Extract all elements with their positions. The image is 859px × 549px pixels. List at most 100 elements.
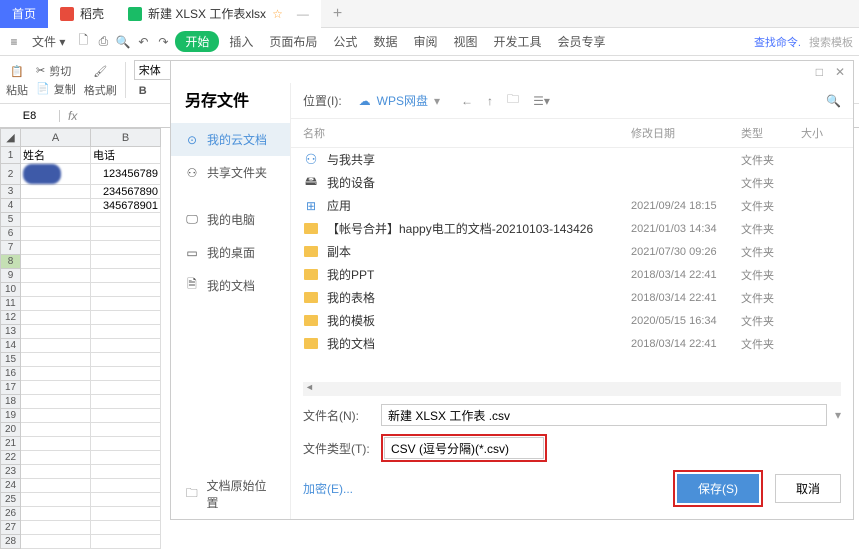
redo-icon[interactable]: ↷ (155, 34, 171, 50)
row-2[interactable]: 2 (1, 164, 21, 185)
file-row[interactable]: 我的文档2018/03/14 22:41文件夹 (291, 332, 853, 355)
tab-red[interactable]: 稻壳 (48, 0, 116, 28)
row-10[interactable]: 10 (1, 283, 21, 297)
back-icon[interactable]: ← (461, 94, 473, 108)
cut-button[interactable]: ✂剪切 (36, 63, 76, 79)
save-button[interactable]: 保存(S) (677, 474, 759, 503)
tab-home[interactable]: 首页 (0, 0, 48, 28)
menu-view[interactable]: 视图 (447, 31, 483, 52)
cell[interactable]: 姓名 (21, 147, 91, 164)
menu-icon[interactable]: ≡ (6, 34, 22, 50)
file-row[interactable]: 我的表格2018/03/14 22:41文件夹 (291, 286, 853, 309)
row-15[interactable]: 15 (1, 353, 21, 367)
row-3[interactable]: 3 (1, 185, 21, 199)
nav-cloud[interactable]: ⊙我的云文档 (171, 123, 290, 156)
menu-layout[interactable]: 页面布局 (263, 31, 323, 52)
tab-active[interactable]: 新建 XLSX 工作表xlsx ☆ — (116, 0, 321, 28)
row-6[interactable]: 6 (1, 227, 21, 241)
menu-start[interactable]: 开始 (175, 31, 219, 52)
row-14[interactable]: 14 (1, 339, 21, 353)
row-11[interactable]: 11 (1, 297, 21, 311)
row-21[interactable]: 21 (1, 437, 21, 451)
menu-data[interactable]: 数据 (367, 31, 403, 52)
file-row[interactable]: 副本2021/07/30 09:26文件夹 (291, 240, 853, 263)
file-row[interactable]: 【帐号合并】happy电工的文档-20210103-1434262021/01/… (291, 217, 853, 240)
row-20[interactable]: 20 (1, 423, 21, 437)
row-4[interactable]: 4 (1, 199, 21, 213)
minimize-icon[interactable]: □ (816, 65, 823, 79)
select-all-corner[interactable]: ◢ (1, 129, 21, 147)
row-1[interactable]: 1 (1, 147, 21, 164)
cancel-button[interactable]: 取消 (775, 474, 841, 503)
row-22[interactable]: 22 (1, 451, 21, 465)
cell[interactable]: 345678901 (91, 199, 161, 213)
file-row[interactable]: ⚇与我共享文件夹 (291, 148, 853, 171)
undo-icon[interactable]: ↶ (135, 34, 151, 50)
row-26[interactable]: 26 (1, 507, 21, 521)
col-size[interactable]: 大小 (801, 125, 841, 141)
file-row[interactable]: 我的PPT2018/03/14 22:41文件夹 (291, 263, 853, 286)
menu-file[interactable]: 文件 ▾ (26, 31, 71, 52)
filetype-select[interactable] (384, 437, 544, 459)
row-16[interactable]: 16 (1, 367, 21, 381)
nav-shared[interactable]: ⚇共享文件夹 (171, 156, 290, 189)
menu-member[interactable]: 会员专享 (552, 31, 612, 52)
copy-button[interactable]: 📄复制 (36, 81, 76, 97)
search-cmd[interactable]: 查找命令. (754, 34, 801, 50)
menu-insert[interactable]: 插入 (223, 31, 259, 52)
cell[interactable] (21, 185, 91, 199)
row-23[interactable]: 23 (1, 465, 21, 479)
bold-button[interactable]: B (134, 82, 152, 100)
col-date[interactable]: 修改日期 (631, 125, 741, 141)
save-icon[interactable]: 🗋 (75, 34, 91, 50)
name-box[interactable]: E8 (0, 110, 60, 122)
fx-icon[interactable]: fx (60, 109, 85, 123)
row-24[interactable]: 24 (1, 479, 21, 493)
nav-computer[interactable]: 🖵我的电脑 (171, 203, 290, 236)
row-25[interactable]: 25 (1, 493, 21, 507)
menu-formula[interactable]: 公式 (327, 31, 363, 52)
up-icon[interactable]: ↑ (487, 94, 493, 108)
filename-input[interactable] (381, 404, 827, 426)
cell[interactable]: 电话 (91, 147, 161, 164)
cell[interactable]: 234567890 (91, 185, 161, 199)
close-icon[interactable]: — (297, 7, 309, 21)
file-row[interactable]: 🖴我的设备文件夹 (291, 171, 853, 194)
cell[interactable]: 123456789 (91, 164, 161, 185)
view-icon[interactable]: ☰▾ (533, 94, 550, 108)
file-row[interactable]: 我的模板2020/05/15 16:34文件夹 (291, 309, 853, 332)
col-a[interactable]: A (21, 129, 91, 147)
row-8[interactable]: 8 (1, 255, 21, 269)
search-icon[interactable]: 🔍 (826, 94, 841, 108)
nav-desktop[interactable]: ▭我的桌面 (171, 236, 290, 269)
cell[interactable] (21, 164, 91, 185)
row-9[interactable]: 9 (1, 269, 21, 283)
col-name[interactable]: 名称 (303, 125, 631, 141)
nav-original-loc[interactable]: 🗀文档原始位置 (171, 469, 290, 519)
row-12[interactable]: 12 (1, 311, 21, 325)
paste-button[interactable]: 📋 粘贴 (6, 62, 28, 98)
close-icon[interactable]: ✕ (835, 65, 845, 79)
newfolder-icon[interactable]: 🗀 (507, 90, 519, 111)
row-17[interactable]: 17 (1, 381, 21, 395)
location-select[interactable]: ☁ WPS网盘 ▾ (352, 89, 447, 112)
print-icon[interactable]: ⎙ (95, 34, 111, 50)
menu-review[interactable]: 审阅 (407, 31, 443, 52)
row-5[interactable]: 5 (1, 213, 21, 227)
hscrollbar[interactable] (303, 382, 841, 396)
format-painter[interactable]: 🖌 格式刷 (84, 62, 117, 98)
col-b[interactable]: B (91, 129, 161, 147)
cell[interactable] (21, 199, 91, 213)
menu-devtools[interactable]: 开发工具 (487, 31, 547, 52)
file-row[interactable]: ⊞应用2021/09/24 18:15文件夹 (291, 194, 853, 217)
row-13[interactable]: 13 (1, 325, 21, 339)
row-18[interactable]: 18 (1, 395, 21, 409)
file-list[interactable]: ⚇与我共享文件夹🖴我的设备文件夹⊞应用2021/09/24 18:15文件夹【帐… (291, 148, 853, 378)
tab-new[interactable]: + (321, 0, 354, 28)
preview-icon[interactable]: 🔍 (115, 34, 131, 50)
encrypt-link[interactable]: 加密(E)... (303, 480, 353, 497)
row-7[interactable]: 7 (1, 241, 21, 255)
star-icon[interactable]: ☆ (272, 7, 283, 21)
row-19[interactable]: 19 (1, 409, 21, 423)
row-27[interactable]: 27 (1, 521, 21, 535)
